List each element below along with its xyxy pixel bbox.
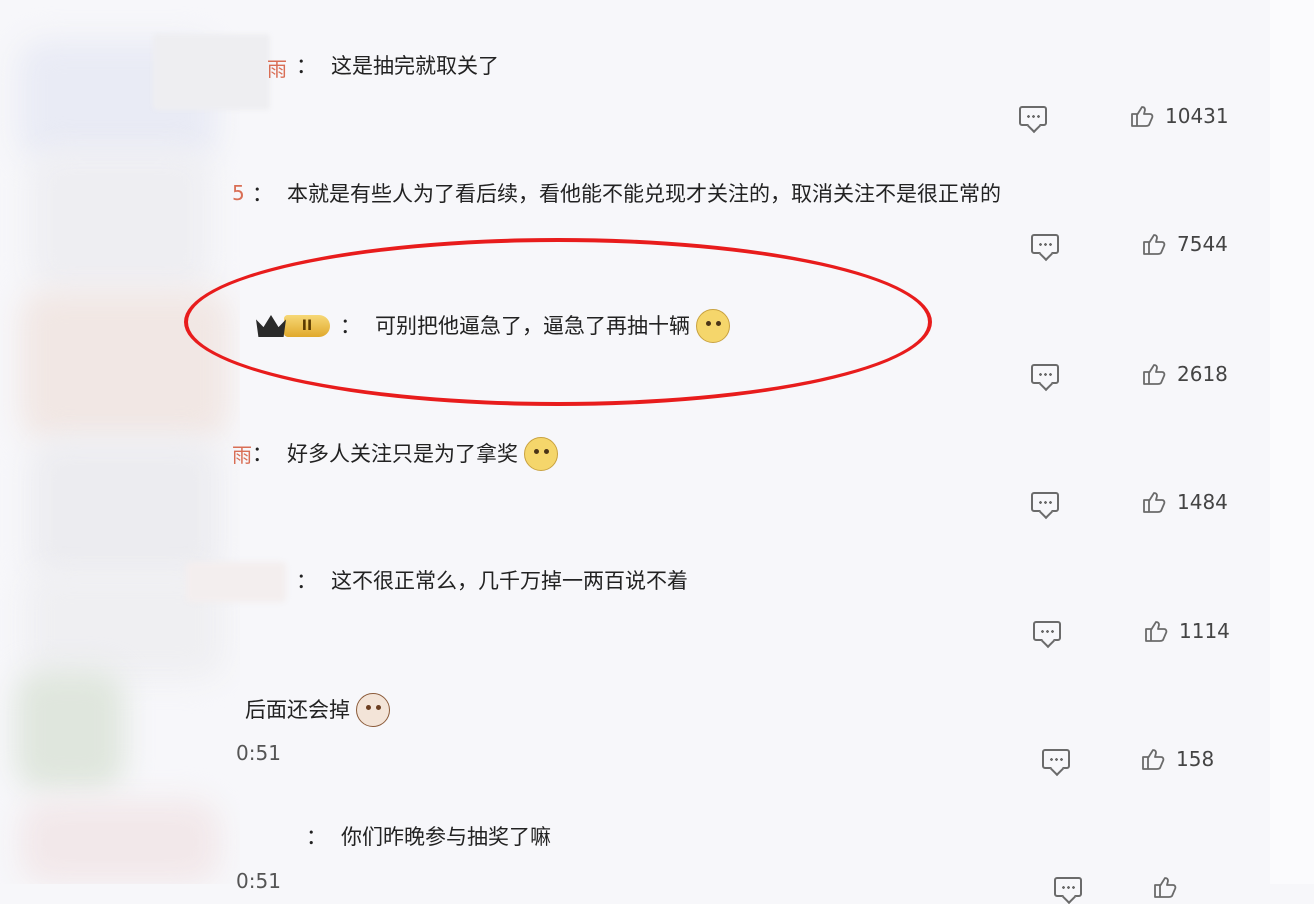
colon: ：	[252, 442, 273, 466]
blurred-username	[186, 562, 286, 602]
cat-emoji-icon	[356, 693, 390, 727]
comment-text: 这不很正常么，几千万掉一两百说不着	[331, 569, 688, 593]
like-count: 7544	[1177, 232, 1228, 256]
colon: ：	[296, 569, 317, 593]
thumbs-up-icon[interactable]	[1141, 231, 1167, 257]
comment-text: 你们昨晚参与抽奖了嘛	[341, 825, 551, 849]
timestamp: 0:51	[236, 869, 281, 893]
reply-icon[interactable]	[1042, 749, 1070, 769]
blurred-username	[153, 34, 270, 110]
username[interactable]: 雨	[232, 439, 252, 468]
comment-text: 本就是有些人为了看后续，看他能不能兑现才关注的，取消关注不是很正常的	[287, 182, 1001, 206]
thumbs-up-icon[interactable]	[1141, 489, 1167, 515]
colon: ：	[296, 54, 317, 78]
reply-icon[interactable]	[1031, 364, 1059, 384]
like-count: 10431	[1165, 104, 1229, 128]
colon: ：	[252, 182, 273, 206]
like-count: 1484	[1177, 490, 1228, 514]
reply-icon[interactable]	[1033, 621, 1061, 641]
comment-text: 好多人关注只是为了拿奖	[287, 442, 518, 466]
doge-emoji-icon	[524, 437, 558, 471]
thumbs-up-icon[interactable]	[1129, 103, 1155, 129]
like-count: 158	[1176, 747, 1215, 771]
reply-icon[interactable]	[1019, 106, 1047, 126]
red-highlight-circle	[184, 238, 932, 406]
reply-icon[interactable]	[1054, 877, 1082, 897]
thumbs-up-icon[interactable]	[1143, 618, 1169, 644]
reply-icon[interactable]	[1031, 492, 1059, 512]
like-count: 2618	[1177, 362, 1228, 386]
thumbs-up-icon[interactable]	[1141, 361, 1167, 387]
thumbs-up-icon[interactable]	[1152, 874, 1178, 900]
thumbs-up-icon[interactable]	[1140, 746, 1166, 772]
username[interactable]: 雨	[267, 53, 287, 82]
colon: ：	[306, 825, 327, 849]
blurred-avatar-column	[0, 0, 240, 884]
right-margin	[1270, 0, 1314, 884]
reply-icon[interactable]	[1031, 234, 1059, 254]
like-count: 1114	[1179, 619, 1230, 643]
username[interactable]: 5	[232, 181, 245, 205]
comment-text: 这是抽完就取关了	[331, 54, 499, 78]
timestamp: 0:51	[236, 741, 281, 765]
comment-text: 后面还会掉	[245, 698, 350, 722]
